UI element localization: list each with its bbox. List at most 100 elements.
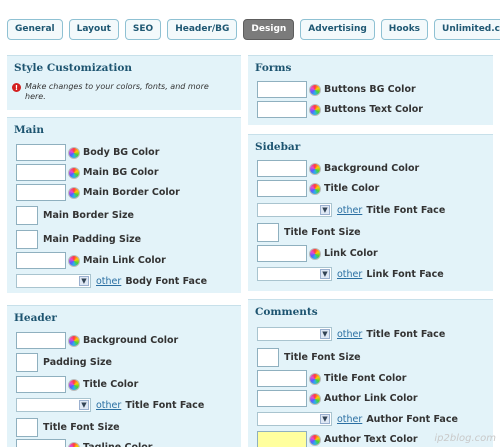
sidebar-bg-color-label: Background Color bbox=[324, 163, 420, 174]
comments-title-font-face-select[interactable]: ▼ bbox=[257, 327, 332, 341]
sidebar-link-color-row: Link Color bbox=[257, 245, 378, 262]
comments-title-font-color-input[interactable] bbox=[257, 370, 307, 387]
color-wheel-icon[interactable] bbox=[309, 392, 321, 405]
author-font-face-select[interactable]: ▼ bbox=[257, 412, 332, 426]
other-link[interactable]: other bbox=[337, 205, 362, 216]
header-title-font-size-row: Title Font Size bbox=[16, 418, 120, 437]
color-wheel-icon[interactable] bbox=[309, 103, 321, 116]
sidebar-title-font-size-input[interactable] bbox=[257, 223, 279, 242]
sidebar-title-font-size-row: Title Font Size bbox=[257, 223, 361, 242]
tab-seo[interactable]: SEO bbox=[124, 19, 162, 40]
main-padding-size-row: Main Padding Size bbox=[16, 230, 141, 249]
color-wheel-icon[interactable] bbox=[68, 146, 80, 159]
buttons-text-color-input[interactable] bbox=[257, 101, 307, 118]
sidebar-title-color-label: Title Color bbox=[324, 183, 380, 194]
header-bg-color-label: Background Color bbox=[83, 335, 179, 346]
sidebar-bg-color-input[interactable] bbox=[257, 160, 307, 177]
comments-title-font-face-row: ▼ other Title Font Face bbox=[257, 327, 445, 341]
comments-title-font-size-row: Title Font Size bbox=[257, 348, 361, 367]
header-title-color-input[interactable] bbox=[16, 376, 66, 393]
panel-title: Header bbox=[14, 312, 57, 324]
forms-panel: Forms Buttons BG Color Buttons Text Colo… bbox=[248, 55, 493, 125]
header-title-font-face-label: Title Font Face bbox=[125, 399, 205, 411]
sidebar-title-color-input[interactable] bbox=[257, 180, 307, 197]
author-link-color-input[interactable] bbox=[257, 390, 307, 407]
chevron-down-icon: ▼ bbox=[79, 400, 89, 410]
watermark: ip2blog.com bbox=[434, 433, 496, 444]
buttons-text-color-row: Buttons Text Color bbox=[257, 101, 423, 118]
chevron-down-icon: ▼ bbox=[320, 414, 330, 424]
other-link[interactable]: other bbox=[96, 400, 121, 411]
tab-header-bg[interactable]: Header/BG bbox=[167, 19, 238, 40]
header-padding-input[interactable] bbox=[16, 353, 38, 372]
header-title-font-size-input[interactable] bbox=[16, 418, 38, 437]
color-wheel-icon[interactable] bbox=[68, 254, 80, 267]
author-font-face-row: ▼ other Author Font Face bbox=[257, 412, 458, 426]
buttons-bg-color-input[interactable] bbox=[257, 81, 307, 98]
header-title-font-face-row: ▼ other Title Font Face bbox=[16, 398, 204, 412]
sidebar-bg-color-row: Background Color bbox=[257, 160, 419, 177]
main-border-size-input[interactable] bbox=[16, 206, 38, 225]
main-bg-color-row: Main BG Color bbox=[16, 164, 159, 181]
panel-title: Forms bbox=[255, 62, 292, 74]
tagline-color-input[interactable] bbox=[16, 439, 66, 447]
color-wheel-icon[interactable] bbox=[68, 334, 80, 347]
tab-layout[interactable]: Layout bbox=[68, 19, 119, 40]
color-wheel-icon[interactable] bbox=[68, 166, 80, 179]
header-padding-label: Padding Size bbox=[43, 357, 112, 368]
body-font-face-select[interactable]: ▼ bbox=[16, 274, 91, 288]
author-font-face-label: Author Font Face bbox=[366, 413, 458, 425]
main-link-color-input[interactable] bbox=[16, 252, 66, 269]
tab-unlimited-css[interactable]: Unlimited.css bbox=[434, 19, 500, 40]
tab-hooks[interactable]: Hooks bbox=[380, 19, 429, 40]
main-padding-size-input[interactable] bbox=[16, 230, 38, 249]
header-bg-color-row: Background Color bbox=[16, 332, 178, 349]
header-padding-row: Padding Size bbox=[16, 353, 112, 372]
design-tabs: General Layout SEO Header/BG Design Adve… bbox=[7, 19, 500, 40]
main-bg-color-input[interactable] bbox=[16, 164, 66, 181]
header-bg-color-input[interactable] bbox=[16, 332, 66, 349]
comments-title-font-size-label: Title Font Size bbox=[284, 352, 361, 363]
sidebar-link-color-input[interactable] bbox=[257, 245, 307, 262]
color-wheel-icon[interactable] bbox=[309, 247, 321, 260]
header-title-font-size-label: Title Font Size bbox=[43, 422, 120, 433]
other-link[interactable]: other bbox=[337, 414, 362, 425]
body-bg-color-input[interactable] bbox=[16, 144, 66, 161]
sidebar-title-font-face-select[interactable]: ▼ bbox=[257, 203, 332, 217]
chevron-down-icon: ▼ bbox=[79, 276, 89, 286]
header-title-font-face-select[interactable]: ▼ bbox=[16, 398, 91, 412]
sidebar-title-font-face-row: ▼ other Title Font Face bbox=[257, 203, 445, 217]
color-wheel-icon[interactable] bbox=[309, 182, 321, 195]
main-bg-color-label: Main BG Color bbox=[83, 167, 159, 178]
other-link[interactable]: other bbox=[337, 269, 362, 280]
tab-advertising[interactable]: Advertising bbox=[300, 19, 375, 40]
other-link[interactable]: other bbox=[337, 329, 362, 340]
color-wheel-icon[interactable] bbox=[309, 162, 321, 175]
sidebar-link-font-face-row: ▼ other Link Font Face bbox=[257, 267, 444, 281]
style-note: ! Make changes to your colors, fonts, an… bbox=[12, 82, 227, 102]
sidebar-link-font-face-label: Link Font Face bbox=[366, 268, 444, 280]
header-panel: Header Background Color Padding Size Tit… bbox=[7, 305, 241, 447]
main-border-color-input[interactable] bbox=[16, 184, 66, 201]
sidebar-link-color-label: Link Color bbox=[324, 248, 378, 259]
color-wheel-icon[interactable] bbox=[309, 372, 321, 385]
body-bg-color-row: Body BG Color bbox=[16, 144, 159, 161]
color-wheel-icon[interactable] bbox=[309, 83, 321, 96]
main-border-size-row: Main Border Size bbox=[16, 206, 134, 225]
sidebar-link-font-face-select[interactable]: ▼ bbox=[257, 267, 332, 281]
tab-design[interactable]: Design bbox=[243, 19, 295, 40]
buttons-bg-color-row: Buttons BG Color bbox=[257, 81, 416, 98]
color-wheel-icon[interactable] bbox=[68, 378, 80, 391]
comments-title-font-color-label: Title Font Color bbox=[324, 373, 407, 384]
color-wheel-icon[interactable] bbox=[68, 441, 80, 447]
panel-title: Sidebar bbox=[255, 141, 301, 153]
author-text-color-input[interactable] bbox=[257, 431, 307, 447]
body-font-face-label: Body Font Face bbox=[125, 275, 208, 287]
tagline-color-label: Tagline Color bbox=[83, 442, 152, 447]
color-wheel-icon[interactable] bbox=[309, 433, 321, 446]
other-link[interactable]: other bbox=[96, 276, 121, 287]
comments-title-font-size-input[interactable] bbox=[257, 348, 279, 367]
tagline-color-row: Tagline Color bbox=[16, 439, 152, 447]
color-wheel-icon[interactable] bbox=[68, 186, 80, 199]
tab-general[interactable]: General bbox=[7, 19, 63, 40]
